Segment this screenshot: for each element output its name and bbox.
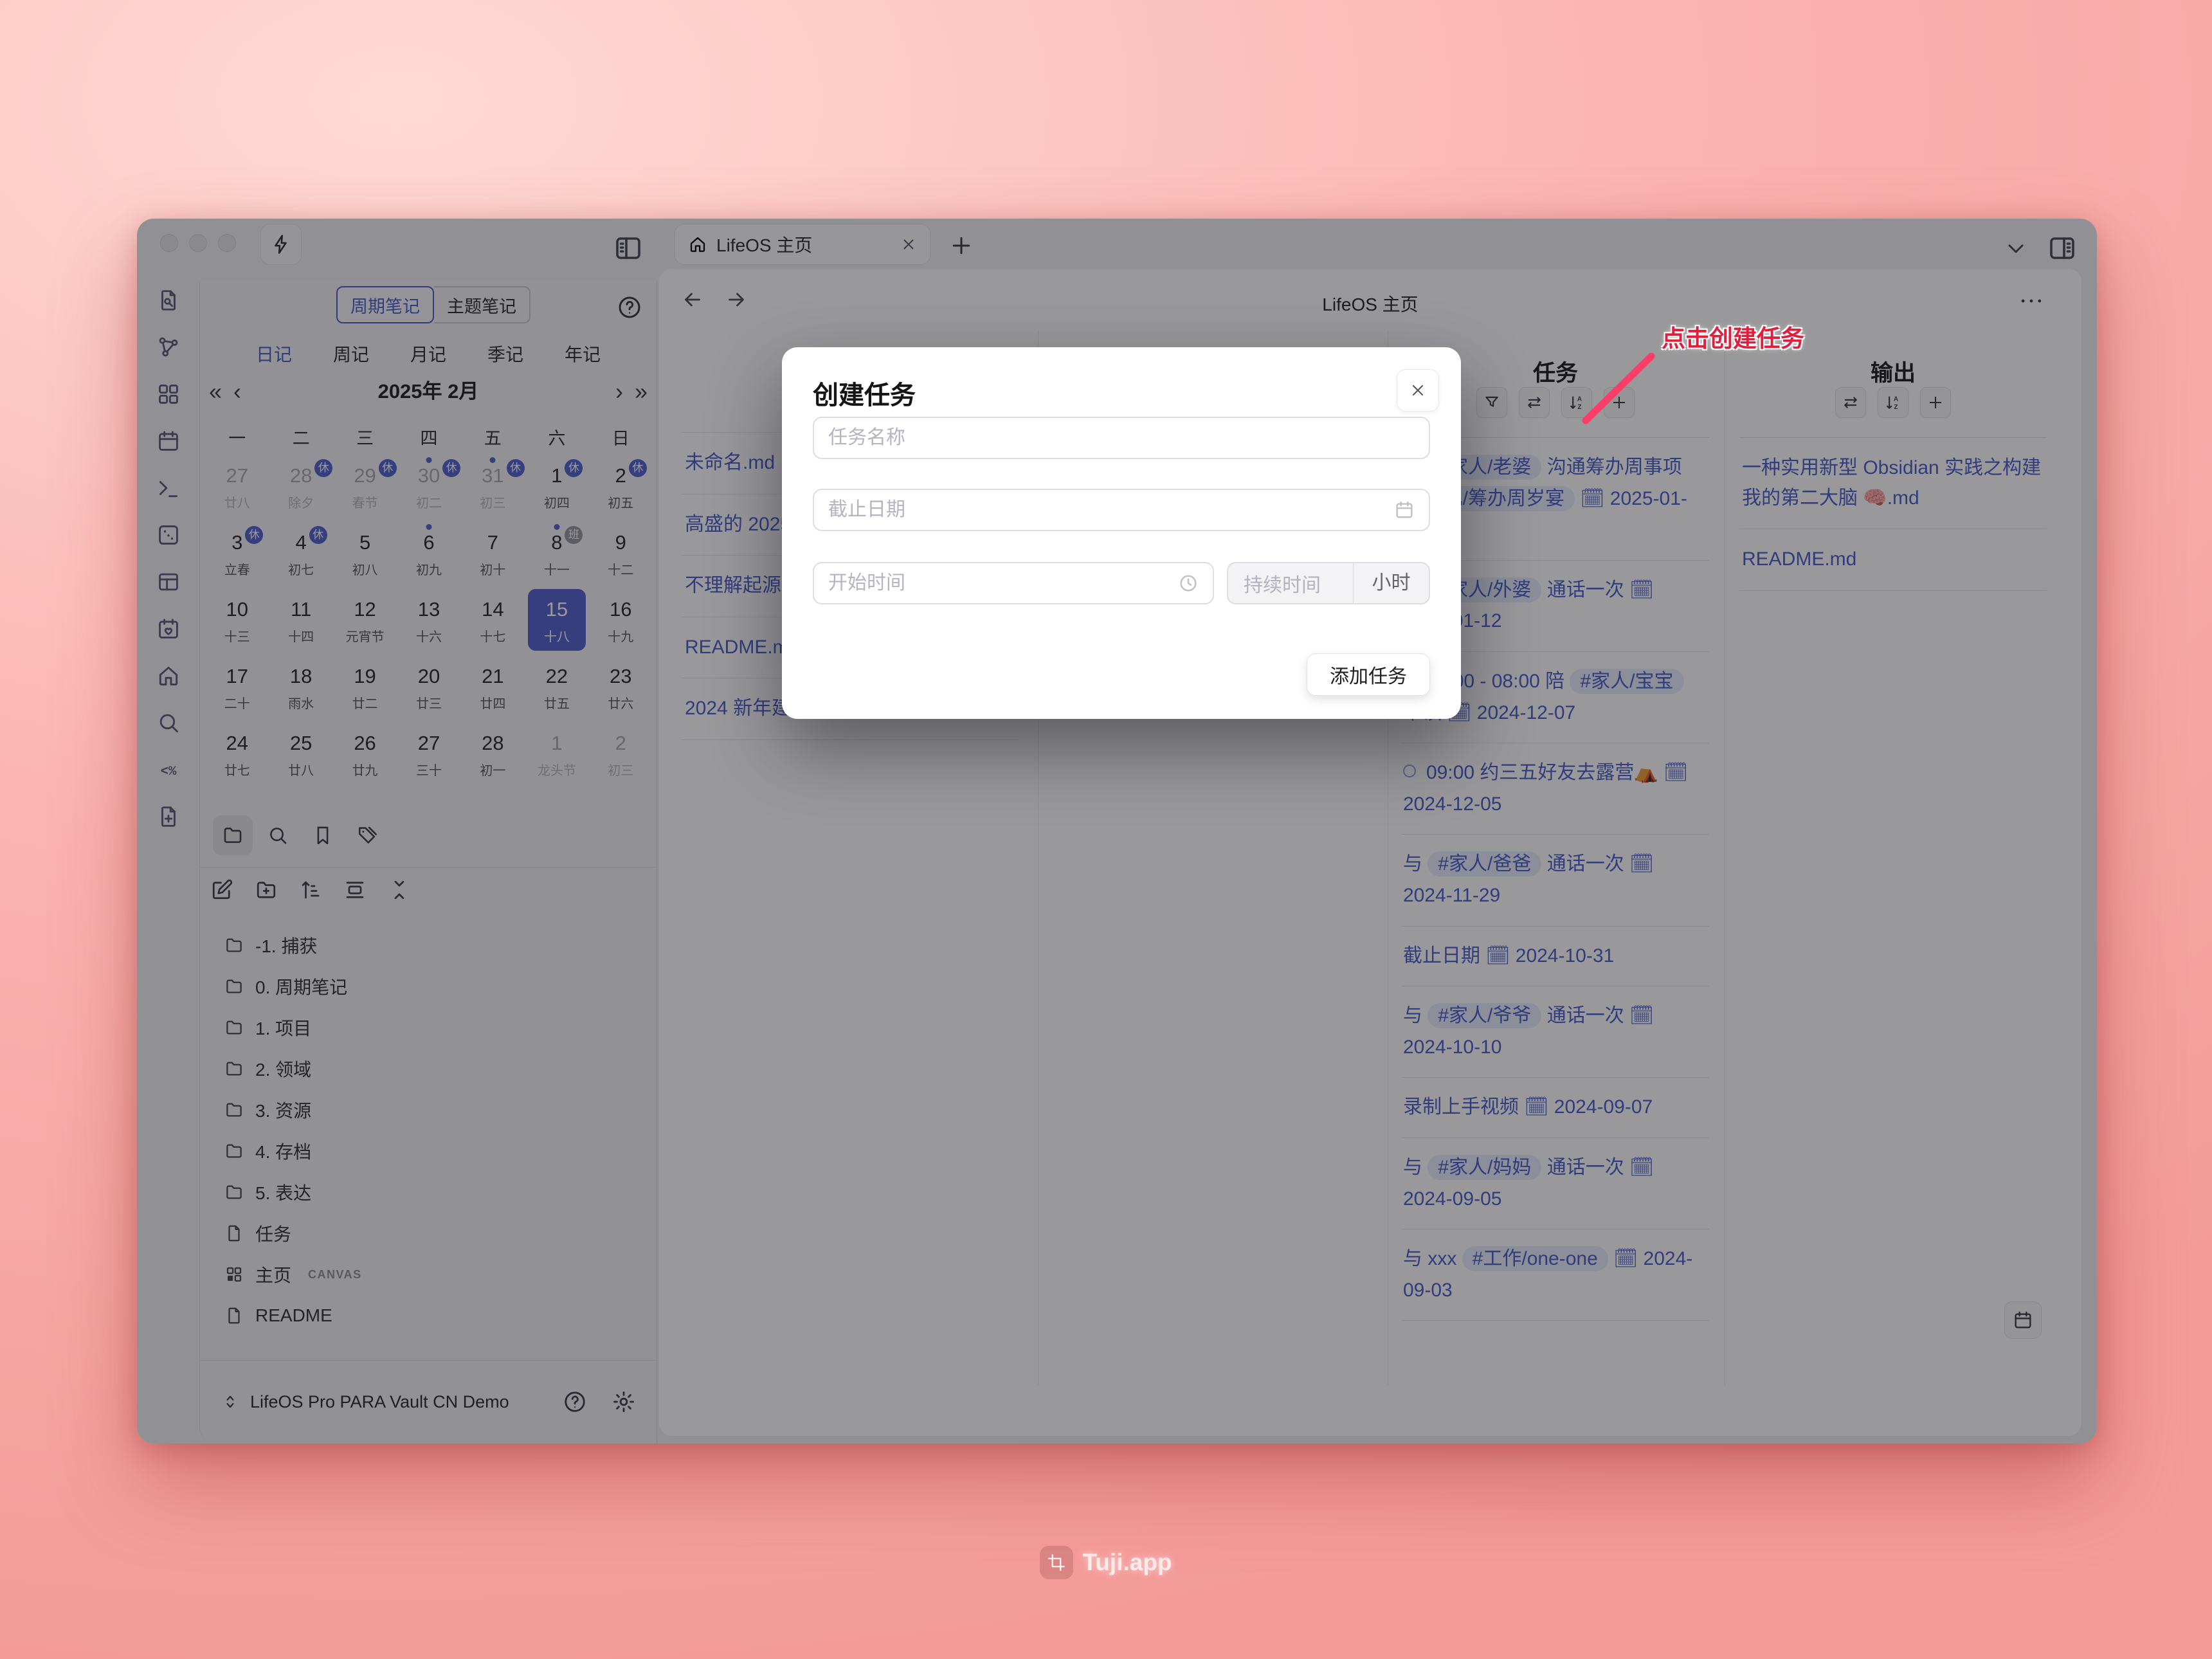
create-task-modal: 创建任务 持续时间 小时 添加任务 [782, 347, 1461, 719]
close-icon [1409, 381, 1427, 399]
start-time-field [813, 562, 1214, 604]
watermark-text: Tuji.app [1082, 1549, 1172, 1576]
duration-placeholder: 持续时间 [1228, 569, 1353, 597]
add-task-button[interactable]: 添加任务 [1307, 653, 1430, 696]
calendar-icon[interactable] [1394, 500, 1415, 520]
modal-title: 创建任务 [813, 374, 916, 412]
due-date-input[interactable] [828, 499, 1394, 521]
due-date-field [813, 489, 1430, 531]
duration-unit: 小时 [1353, 563, 1429, 603]
crop-icon [1040, 1546, 1073, 1579]
modal-close-button[interactable] [1397, 369, 1439, 412]
clock-icon[interactable] [1178, 573, 1199, 594]
start-time-input[interactable] [828, 572, 1178, 594]
watermark: Tuji.app [0, 1546, 2212, 1579]
duration-field[interactable]: 持续时间 小时 [1227, 562, 1430, 604]
annotation-text: 点击创建任务 [1662, 319, 1804, 354]
annotation-arrow [1574, 349, 1664, 432]
task-name-input[interactable] [828, 427, 1415, 449]
task-name-field [813, 417, 1430, 459]
